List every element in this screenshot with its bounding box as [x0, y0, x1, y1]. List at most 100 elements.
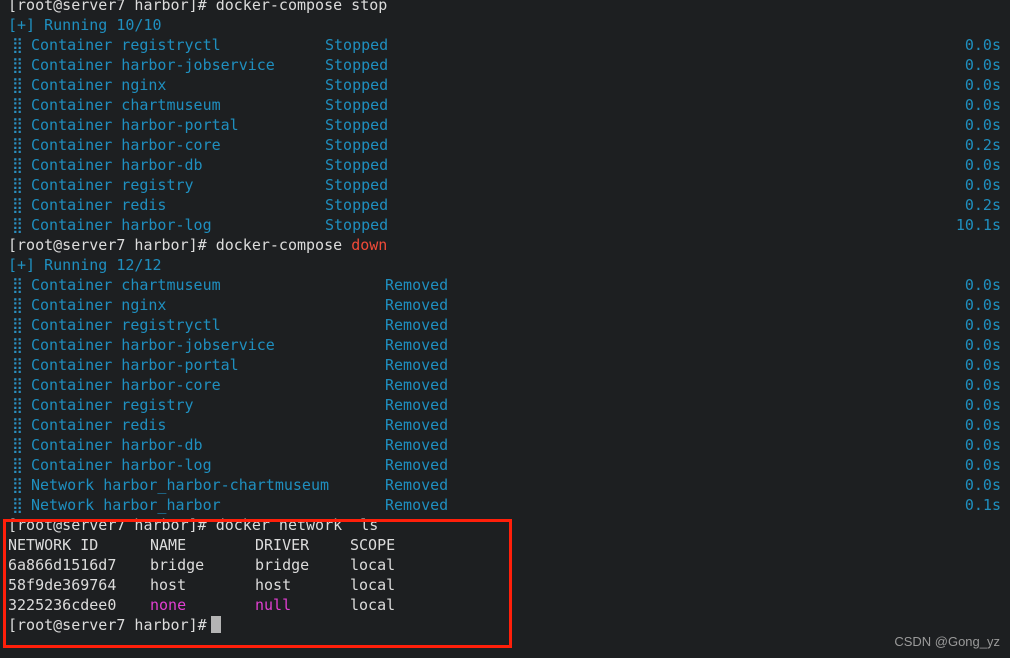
- resource-label: Container harbor-db: [31, 156, 203, 174]
- spinner-dots-icon: ⣿: [12, 436, 23, 454]
- resource-status: Removed: [385, 376, 449, 394]
- down-service-row: ⣿ Container chartmuseum Removed 0.0s: [0, 275, 1010, 295]
- down-service-row: ⣿ Network harbor_harbor-chartmuseum Remove…: [0, 475, 1010, 495]
- spinner-dots-icon: ⣿: [12, 276, 23, 294]
- resource-status: Stopped: [325, 76, 389, 94]
- resource-status: Removed: [385, 416, 449, 434]
- compose-progress-header: [+] Running 12/12: [8, 256, 162, 274]
- resource-status: Stopped: [325, 36, 389, 54]
- stop-service-row: ⣿ Container harbor-log Stopped 10.1s: [0, 215, 1010, 235]
- resource-label: Container nginx: [31, 296, 167, 314]
- resource-duration: 0.0s: [964, 436, 1001, 454]
- stop-service-row: ⣿ Container registry Stopped 0.0s: [0, 175, 1010, 195]
- network-table-row: 3225236cdee0 none null local: [0, 595, 1010, 615]
- network-table-header-3: SCOPE: [350, 536, 396, 554]
- resource-status: Removed: [385, 276, 449, 294]
- spinner-dots-icon: ⣿: [12, 216, 23, 234]
- network-scope-cell: local: [350, 556, 396, 574]
- spinner-dots-icon: ⣿: [12, 96, 23, 114]
- shell-prompt: [root@server7 harbor]#: [8, 516, 216, 534]
- resource-duration: 10.1s: [955, 216, 1001, 234]
- network-table-row: 58f9de369764 host host local: [0, 575, 1010, 595]
- resource-label: Container registryctl: [31, 316, 221, 334]
- down-service-row: ⣿ Container registry Removed 0.0s: [0, 395, 1010, 415]
- stop-service-row: ⣿ Container registryctl Stopped 0.0s: [0, 35, 1010, 55]
- spinner-dots-icon: ⣿: [12, 136, 23, 154]
- text-cursor: [210, 616, 221, 633]
- terminal-screen: [root@server7 harbor]# docker-compose st…: [0, 0, 1010, 635]
- terminal-window[interactable]: [root@server7 harbor]# docker-compose st…: [0, 0, 1010, 658]
- resource-status: Stopped: [325, 116, 389, 134]
- resource-duration: 0.0s: [964, 396, 1001, 414]
- resource-duration: 0.0s: [964, 56, 1001, 74]
- resource-duration: 0.0s: [964, 176, 1001, 194]
- resource-status: Removed: [385, 496, 449, 514]
- network-table-row: 6a866d1516d7 bridge bridge local: [0, 555, 1010, 575]
- resource-duration: 0.0s: [964, 116, 1001, 134]
- resource-status: Stopped: [325, 96, 389, 114]
- down-service-row: ⣿ Network harbor_harbor Removed 0.1s: [0, 495, 1010, 515]
- down-service-row: ⣿ Container registryctl Removed 0.0s: [0, 315, 1010, 335]
- shell-command-arg: down: [351, 236, 388, 254]
- resource-duration: 0.0s: [964, 416, 1001, 434]
- resource-duration: 0.2s: [964, 136, 1001, 154]
- network-id-cell: 6a866d1516d7: [8, 556, 117, 574]
- resource-status: Removed: [385, 356, 449, 374]
- resource-label: Network harbor_harbor: [31, 496, 221, 514]
- spinner-dots-icon: ⣿: [12, 416, 23, 434]
- prompt-line-down: [root@server7 harbor]# docker-compose do…: [0, 235, 1010, 255]
- down-service-row: ⣿ Container harbor-db Removed 0.0s: [0, 435, 1010, 455]
- resource-label: Container harbor-log: [31, 216, 212, 234]
- compose-progress-header: [+] Running 10/10: [8, 16, 162, 34]
- resource-label: Container harbor-core: [31, 136, 221, 154]
- resource-label: Container registry: [31, 396, 194, 414]
- resource-status: Stopped: [325, 156, 389, 174]
- resource-label: Container redis: [31, 416, 167, 434]
- prompt-line-stop: [root@server7 harbor]# docker-compose st…: [0, 0, 1010, 15]
- spinner-dots-icon: ⣿: [12, 396, 23, 414]
- down-service-row: ⣿ Container nginx Removed 0.0s: [0, 295, 1010, 315]
- resource-status: Removed: [385, 396, 449, 414]
- stop-service-row: ⣿ Container chartmuseum Stopped 0.0s: [0, 95, 1010, 115]
- stop-running-header: [+] Running 10/10: [0, 15, 1010, 35]
- spinner-dots-icon: ⣿: [12, 356, 23, 374]
- resource-label: Container harbor-jobservice: [31, 56, 275, 74]
- down-running-header: [+] Running 12/12: [0, 255, 1010, 275]
- resource-duration: 0.2s: [964, 196, 1001, 214]
- stop-service-row: ⣿ Container redis Stopped 0.2s: [0, 195, 1010, 215]
- spinner-dots-icon: ⣿: [12, 156, 23, 174]
- resource-label: Container nginx: [31, 76, 167, 94]
- resource-label: Container registry: [31, 176, 194, 194]
- spinner-dots-icon: ⣿: [12, 36, 23, 54]
- watermark-label: CSDN @Gong_yz: [894, 634, 1000, 649]
- network-driver-cell: host: [255, 576, 292, 594]
- prompt-line-final: [root@server7 harbor]#: [0, 615, 1010, 635]
- resource-label: Container chartmuseum: [31, 96, 221, 114]
- down-service-row: ⣿ Container harbor-core Removed 0.0s: [0, 375, 1010, 395]
- prompt-line-content: [root@server7 harbor]# docker network ls: [8, 515, 378, 535]
- resource-label: Container registryctl: [31, 36, 221, 54]
- network-name-cell: none: [150, 596, 187, 614]
- resource-duration: 0.0s: [964, 96, 1001, 114]
- prompt-line-content: [root@server7 harbor]# docker-compose do…: [8, 235, 387, 255]
- resource-status: Stopped: [325, 216, 389, 234]
- spinner-dots-icon: ⣿: [12, 196, 23, 214]
- resource-label: Network harbor_harbor-chartmuseum: [31, 476, 330, 494]
- resource-duration: 0.0s: [964, 156, 1001, 174]
- network-scope-cell: local: [350, 576, 396, 594]
- network-id-cell: 3225236cdee0: [8, 596, 117, 614]
- resource-status: Stopped: [325, 176, 389, 194]
- spinner-dots-icon: ⣿: [12, 176, 23, 194]
- shell-prompt: [root@server7 harbor]#: [8, 0, 216, 14]
- stop-service-row: ⣿ Container harbor-db Stopped 0.0s: [0, 155, 1010, 175]
- network-table-header-0: NETWORK ID: [8, 536, 99, 554]
- resource-duration: 0.0s: [964, 296, 1001, 314]
- stop-service-row: ⣿ Container nginx Stopped 0.0s: [0, 75, 1010, 95]
- network-id-cell: 58f9de369764: [8, 576, 117, 594]
- resource-label: Container harbor-db: [31, 436, 203, 454]
- resource-label: Container redis: [31, 196, 167, 214]
- resource-duration: 0.1s: [964, 496, 1001, 514]
- resource-label: Container harbor-log: [31, 456, 212, 474]
- network-name-cell: host: [150, 576, 187, 594]
- spinner-dots-icon: ⣿: [12, 56, 23, 74]
